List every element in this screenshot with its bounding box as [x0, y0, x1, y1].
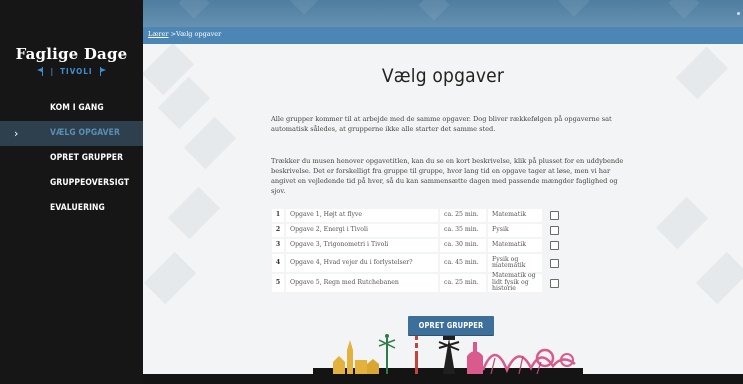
sidebar-item-label: OPRET GRUPPER [50, 153, 124, 163]
breadcrumb-separator: > [168, 30, 177, 38]
sidebar: Faglige Dage | TIVOLI KOM I GANG › VÆLG … [0, 0, 143, 384]
task-checkbox-cell [544, 254, 564, 272]
decor-diamond [558, 0, 590, 17]
task-checkbox[interactable] [549, 211, 559, 220]
opret-grupper-button[interactable]: OPRET GRUPPER [408, 316, 494, 335]
flag-icon [99, 67, 106, 76]
sidebar-item-opret-grupper[interactable]: OPRET GRUPPER [0, 146, 143, 171]
instructions-paragraph: Trækker du musen henover opgavetitlen, k… [271, 157, 624, 195]
chevron-right-icon: › [14, 127, 19, 140]
table-row: 2 Opgave 2, Energi i Tivoli ca. 35 min. … [272, 224, 590, 237]
task-title[interactable]: Opgave 3, Trigonometri i Tivoli [286, 239, 438, 252]
task-number: 5 [272, 274, 284, 292]
task-checkbox[interactable] [549, 278, 559, 288]
breadcrumb-parent-link[interactable]: Lærer [148, 30, 169, 38]
logo-title: Faglige Dage [15, 45, 128, 63]
sidebar-item-kom-i-gang[interactable]: KOM I GANG [0, 96, 143, 121]
table-row: 4 Opgave 4, Hvad vejer du i forlystelser… [272, 254, 590, 272]
decor-diamond [143, 251, 197, 305]
task-checkbox-cell [544, 239, 564, 252]
logo-sub-label: TIVOLI [60, 67, 93, 76]
task-checkbox-cell [544, 224, 564, 237]
breadcrumb-current: Vælg opgaver [176, 30, 222, 38]
main-content: Vælg opgaver Alle grupper kommer til at … [143, 44, 743, 374]
task-title[interactable]: Opgave 4, Hvad vejer du i forlystelser? [286, 254, 438, 272]
sidebar-item-label: KOM I GANG [50, 103, 104, 113]
flag-icon [37, 67, 44, 76]
breadcrumb-text: Lærer >Vælg opgaver [148, 30, 221, 38]
decor-diamond [167, 186, 221, 240]
task-number: 2 [272, 224, 284, 237]
logo-separator: | [50, 67, 55, 76]
decor-diamond [178, 0, 210, 19]
task-number: 3 [272, 239, 284, 252]
task-subject: Fysik og matematik [488, 254, 542, 272]
sidebar-nav: KOM I GANG › VÆLG OPGAVER OPRET GRUPPER … [0, 96, 143, 221]
decor-diamond [695, 251, 743, 305]
decor-diamond [288, 0, 320, 15]
decor-dot [737, 12, 740, 15]
task-checkbox[interactable] [549, 241, 559, 250]
task-title[interactable]: Opgave 5, Regn med Rutchebanen [286, 274, 438, 292]
task-time: ca. 45 min. [440, 254, 486, 272]
task-checkbox-cell [544, 274, 564, 292]
task-checkbox[interactable] [549, 258, 559, 268]
logo[interactable]: Faglige Dage | TIVOLI [0, 45, 143, 76]
task-table: 1 Opgave 1, Højt at flyve ca. 25 min. Ma… [272, 209, 590, 294]
breadcrumb: Lærer >Vælg opgaver [143, 27, 743, 44]
sidebar-item-label: VÆLG OPGAVER [50, 128, 120, 138]
intro-paragraph: Alle grupper kommer til at arbejde med d… [271, 115, 612, 133]
task-subject: Matematik og lidt fysik og historie [488, 273, 542, 292]
sidebar-item-gruppeoversigt[interactable]: GRUPPEOVERSIGT [0, 171, 143, 196]
decor-diamond [418, 0, 450, 21]
task-subject: Matematik [488, 239, 542, 252]
task-subject: Fysik [488, 224, 542, 237]
decor-diamond [183, 116, 237, 170]
task-time: ca. 25 min. [440, 209, 486, 222]
task-number: 4 [272, 254, 284, 272]
sidebar-item-evaluering[interactable]: EVALUERING [0, 196, 143, 221]
footer-bar [143, 374, 743, 384]
sidebar-item-label: EVALUERING [50, 203, 105, 213]
task-subject: Matematik [488, 209, 542, 222]
task-title[interactable]: Opgave 1, Højt at flyve [286, 209, 438, 222]
task-checkbox-cell [544, 209, 564, 222]
decor-diamond [668, 0, 700, 19]
task-time: ca. 25 min. [440, 274, 486, 292]
logo-subtitle: | TIVOLI [0, 67, 143, 76]
task-checkbox[interactable] [549, 226, 559, 235]
table-row: 5 Opgave 5, Regn med Rutchebanen ca. 25 … [272, 273, 590, 292]
decor-diamond [655, 196, 709, 250]
task-time: ca. 35 min. [440, 224, 486, 237]
sidebar-item-vaelg-opgaver[interactable]: › VÆLG OPGAVER [0, 121, 143, 146]
task-time: ca. 30 min. [440, 239, 486, 252]
table-row: 1 Opgave 1, Højt at flyve ca. 25 min. Ma… [272, 209, 590, 222]
sidebar-item-label: GRUPPEOVERSIGT [50, 178, 130, 188]
page-title: Vælg opgaver [381, 65, 505, 87]
table-row: 3 Opgave 3, Trigonometri i Tivoli ca. 30… [272, 239, 590, 252]
task-title[interactable]: Opgave 2, Energi i Tivoli [286, 224, 438, 237]
task-number: 1 [272, 209, 284, 222]
